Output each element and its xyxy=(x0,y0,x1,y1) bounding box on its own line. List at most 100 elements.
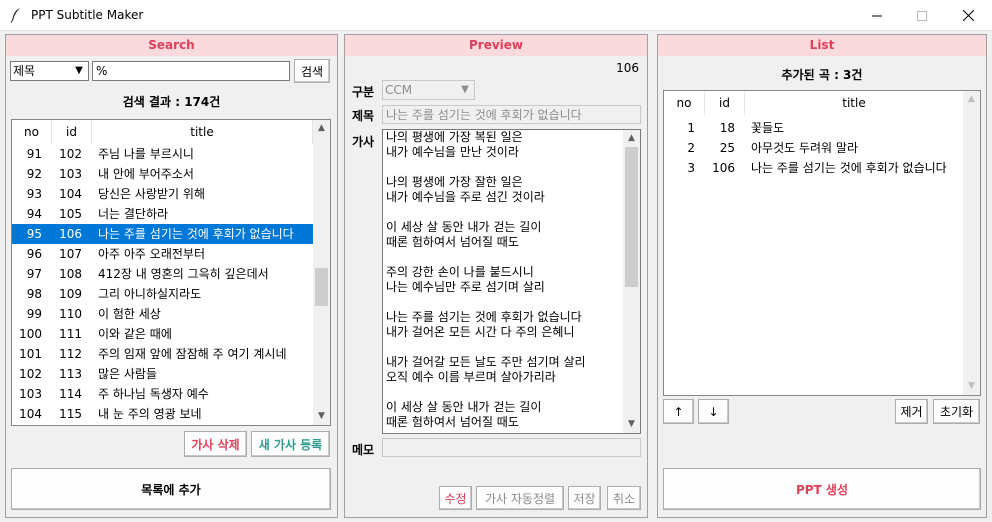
move-up-button[interactable]: ↑ xyxy=(663,399,694,424)
table-row[interactable]: 92 103 내 안에 부어주소서 xyxy=(12,164,313,184)
scroll-down-icon[interactable]: ▼ xyxy=(963,378,980,395)
cell-no: 95 xyxy=(26,227,42,241)
column-no[interactable]: no xyxy=(664,91,705,115)
cell-id: 106 xyxy=(59,227,82,241)
search-panel: Search 제목 ▼ % 검색 검색 결과 : 174건 no id titl… xyxy=(5,34,338,518)
table-row[interactable]: 93 104 당신은 사랑받기 위해 xyxy=(12,184,313,204)
cell-id: 102 xyxy=(59,147,82,161)
cancel-button[interactable]: 취소 xyxy=(607,486,641,510)
cell-no: 101 xyxy=(19,347,42,361)
reset-button[interactable]: 초기화 xyxy=(933,399,980,424)
title-bar: PPT Subtitle Maker xyxy=(0,0,992,31)
scrollbar-thumb[interactable] xyxy=(625,147,638,287)
move-down-button[interactable]: ↓ xyxy=(698,399,729,424)
category-select[interactable]: CCM ▼ xyxy=(382,80,475,100)
list-item[interactable]: 1 18 꽃들도 xyxy=(664,118,963,138)
cell-id: 25 xyxy=(719,141,735,155)
table-row[interactable]: 101 112 주의 임재 앞에 잠잠해 주 여기 계시네 xyxy=(12,344,313,364)
table-row[interactable]: 91 102 주님 나를 부르시니 xyxy=(12,144,313,164)
search-results-scrollbar[interactable]: ▲ ▼ xyxy=(313,120,330,425)
cell-no: 97 xyxy=(26,267,42,281)
list-panel-header: List xyxy=(658,35,986,56)
scroll-up-icon[interactable]: ▲ xyxy=(623,130,640,147)
lyrics-line xyxy=(386,340,586,355)
search-field-select[interactable]: 제목 ▼ xyxy=(10,61,89,81)
chevron-down-icon: ▼ xyxy=(75,65,83,76)
feather-icon xyxy=(10,8,20,23)
preview-panel: Preview 106 구분 CCM ▼ 제목 나는 주를 섬기는 것에 후회가… xyxy=(344,34,648,518)
cell-no: 91 xyxy=(26,147,42,161)
lyrics-line: 내가 예수님을 주로 섬긴 것이라 xyxy=(386,190,545,204)
cell-title: 당신은 사랑받기 위해 xyxy=(98,187,205,201)
table-row[interactable]: 102 113 많은 사람들 xyxy=(12,364,313,384)
scroll-up-icon[interactable]: ▲ xyxy=(313,120,330,137)
delete-lyrics-button[interactable]: 가사 삭제 xyxy=(184,431,247,457)
table-row[interactable]: 98 109 그리 아니하실지라도 xyxy=(12,284,313,304)
scroll-up-icon[interactable]: ▲ xyxy=(963,91,980,108)
cell-title: 내 안에 부어주소서 xyxy=(98,167,194,181)
column-title[interactable]: title xyxy=(92,120,313,144)
lyrics-textarea[interactable]: 나의 평생에 가장 복된 일은 내가 예수님을 만난 것이라 나의 평생에 가장 잘… xyxy=(382,129,641,434)
cell-title: 주의 임재 앞에 잠잠해 주 여기 계시네 xyxy=(98,347,287,361)
table-row[interactable]: 96 107 아주 아주 오래전부터 xyxy=(12,244,313,264)
edit-button[interactable]: 수정 xyxy=(439,486,472,510)
list-item[interactable]: 3 106 나는 주를 섬기는 것에 후회가 없습니다 xyxy=(664,158,963,178)
lyrics-line xyxy=(386,160,586,175)
list-item[interactable]: 2 25 아무것도 두려워 말라 xyxy=(664,138,963,158)
lyrics-line: 때론 험하여서 넘어질 때도 xyxy=(386,415,519,429)
scrollbar-thumb[interactable] xyxy=(315,268,328,306)
cell-title: 아무것도 두려워 말라 xyxy=(751,141,858,155)
close-button[interactable] xyxy=(945,0,991,31)
scroll-down-icon[interactable]: ▼ xyxy=(313,408,330,425)
remove-button[interactable]: 제거 xyxy=(895,399,928,424)
memo-field[interactable] xyxy=(382,438,641,457)
add-to-list-button[interactable]: 목록에 추가 xyxy=(11,468,331,510)
table-row[interactable]: 100 111 이와 같은 때에 xyxy=(12,324,313,344)
column-no[interactable]: no xyxy=(12,120,52,144)
lyrics-line: 나는 주를 섬기는 것에 후회가 없습니다 xyxy=(386,310,582,324)
new-lyrics-button[interactable]: 새 가사 등록 xyxy=(251,431,330,457)
cell-id: 110 xyxy=(59,307,82,321)
search-input[interactable]: % xyxy=(92,61,290,81)
search-button[interactable]: 검색 xyxy=(294,59,330,83)
search-results-table[interactable]: no id title 91 102 주님 나를 부르시니 92 103 내 안에 부어주… xyxy=(11,119,331,426)
table-row[interactable]: 99 110 이 험한 세상 xyxy=(12,304,313,324)
lyrics-line: 주의 강한 손이 나를 붙드시니 xyxy=(386,265,534,279)
table-row[interactable]: 94 105 너는 결단하라 xyxy=(12,204,313,224)
cell-no: 100 xyxy=(19,327,42,341)
search-panel-header: Search xyxy=(6,35,337,56)
table-row[interactable]: 104 115 내 눈 주의 영광 보네 xyxy=(12,404,313,424)
preview-song-id: 106 xyxy=(616,61,639,75)
save-button[interactable]: 저장 xyxy=(568,486,601,510)
lyrics-line: 이 세상 살 동안 내가 걷는 길이 xyxy=(386,220,542,234)
table-row[interactable]: 95 106 나는 주를 섬기는 것에 후회가 없습니다 xyxy=(12,224,313,244)
cell-no: 103 xyxy=(19,387,42,401)
table-row[interactable]: 103 114 주 하나님 독생자 예수 xyxy=(12,384,313,404)
cell-id: 105 xyxy=(59,207,82,221)
list-panel: List 추가된 곡 : 3건 no id title 1 18 꽃들도 2 25 아무것… xyxy=(657,34,987,518)
column-id[interactable]: id xyxy=(705,91,745,115)
scroll-down-icon[interactable]: ▼ xyxy=(623,416,640,433)
cell-title: 아주 아주 오래전부터 xyxy=(98,247,205,261)
lyrics-line xyxy=(386,205,586,220)
column-id[interactable]: id xyxy=(52,120,92,144)
generate-ppt-button[interactable]: PPT 생성 xyxy=(663,468,981,510)
preview-panel-header: Preview xyxy=(345,35,647,56)
title-field[interactable]: 나는 주를 섬기는 것에 후회가 없습니다 xyxy=(382,105,641,124)
cell-title: 이와 같은 때에 xyxy=(98,327,172,341)
minimize-button[interactable] xyxy=(854,0,900,31)
lyrics-line xyxy=(386,385,586,400)
auto-align-button[interactable]: 가사 자동정렬 xyxy=(476,486,564,510)
table-row[interactable]: 97 108 412장 내 영혼의 그윽히 깊은데서 xyxy=(12,264,313,284)
maximize-button[interactable] xyxy=(899,0,945,31)
cell-id: 108 xyxy=(59,267,82,281)
cell-title: 주님 나를 부르시니 xyxy=(98,147,194,161)
lyrics-scrollbar[interactable]: ▲ ▼ xyxy=(623,130,640,433)
cell-no: 93 xyxy=(26,187,42,201)
list-scrollbar[interactable]: ▲ ▼ xyxy=(963,91,980,395)
lyrics-line: 내가 예수님을 만난 것이라 xyxy=(386,145,519,159)
added-songs-table[interactable]: no id title 1 18 꽃들도 2 25 아무것도 두려워 말라 3 106 나는 주… xyxy=(663,90,981,396)
column-title[interactable]: title xyxy=(745,91,963,115)
category-label: 구분 xyxy=(352,85,375,99)
cell-no: 1 xyxy=(687,121,695,135)
